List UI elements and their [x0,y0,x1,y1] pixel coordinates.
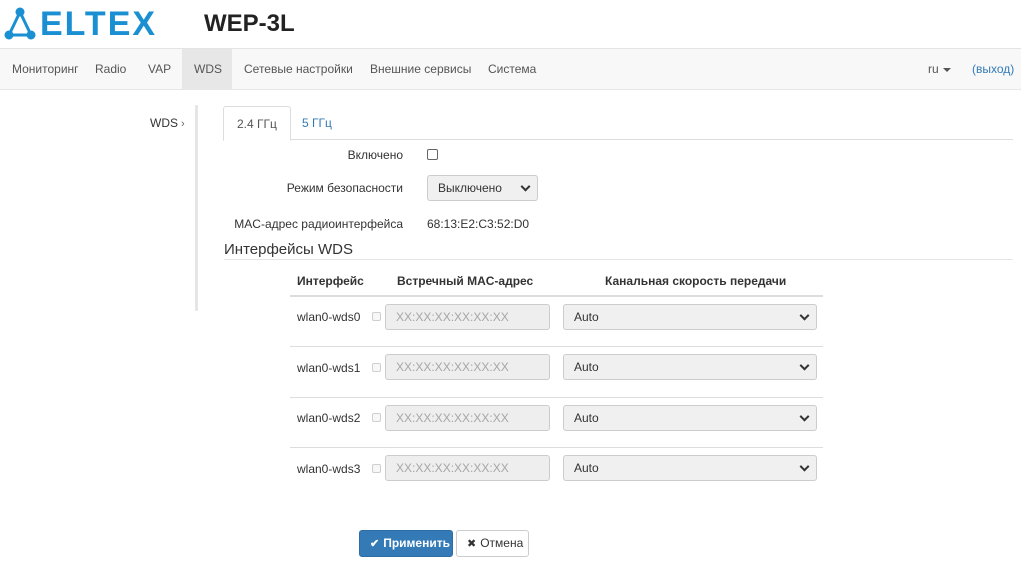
nav-item-vap[interactable]: VAP [136,49,183,90]
column-header-peer-mac: Встречный MAC-адрес [397,274,534,288]
channel-rate-select[interactable]: Auto [563,405,817,431]
wds-section-title: Интерфейсы WDS [224,241,353,258]
radio-mac-value: 68:13:E2:C3:52:D0 [427,217,530,231]
interface-enable-checkbox[interactable] [372,312,381,321]
nav-item-monitoring[interactable]: Мониторинг [0,49,91,90]
column-header-interface: Интерфейс [297,274,364,288]
side-menu-item-label: WDS [150,116,178,130]
nav-item-wds[interactable]: WDS [182,49,232,90]
chevron-down-icon [799,411,810,422]
interface-name: wlan0-wds0 [297,310,361,324]
checkmark-icon: ✔ [370,538,380,550]
logo-text: ELTEX [40,5,158,43]
radio-mac-label: MAC-адрес радиоинтерфейса [234,217,403,231]
eltex-logo[interactable]: ELTEX [2,6,157,42]
header: ELTEX WEP-3L [0,0,1021,48]
nav-item-network-settings[interactable]: Сетевые настройки [232,49,365,90]
apply-button[interactable]: ✔ Применить [359,530,453,557]
channel-rate-select[interactable]: Auto [563,354,817,380]
security-mode-select[interactable]: Выключено [427,175,538,201]
interface-enable-checkbox[interactable] [372,413,381,422]
peer-mac-input[interactable] [385,455,550,481]
chevron-right-icon: › [181,118,185,130]
close-icon: ✖ [467,538,477,550]
nav-item-radio[interactable]: Radio [83,49,138,90]
channel-rate-select[interactable]: Auto [563,304,817,330]
tab-5ghz[interactable]: 5 ГГц [289,106,345,140]
interface-name: wlan0-wds2 [297,411,361,425]
channel-rate-value: Auto [574,461,599,475]
side-menu-divider [195,105,198,311]
band-tabs: 2.4 ГГц 5 ГГц [223,106,1013,141]
interface-name: wlan0-wds3 [297,462,361,476]
row-divider [290,397,823,398]
device-title: WEP-3L [204,10,295,37]
side-menu-item-wds[interactable]: WDS › [150,116,185,130]
chevron-down-icon [520,181,531,192]
tab-2-4ghz[interactable]: 2.4 ГГц [223,106,291,141]
chevron-down-icon [799,310,810,321]
peer-mac-input[interactable] [385,354,550,380]
caret-down-icon [942,67,951,72]
interface-enable-checkbox[interactable] [372,464,381,473]
apply-button-label: Применить [383,536,450,550]
section-divider [224,259,1013,260]
channel-rate-value: Auto [574,310,599,324]
interface-enable-checkbox[interactable] [372,363,381,372]
channel-rate-value: Auto [574,411,599,425]
logout-link[interactable]: (выход) [962,49,1021,90]
language-label: ru [928,62,939,76]
interface-name: wlan0-wds1 [297,361,361,375]
top-navbar: Мониторинг Radio VAP WDS Сетевые настрой… [0,48,1021,90]
chevron-down-icon [799,461,810,472]
channel-rate-value: Auto [574,360,599,374]
column-header-channel-rate: Канальная скорость передачи [605,274,787,288]
chevron-down-icon [799,360,810,371]
table-header-divider [290,295,823,297]
security-mode-label: Режим безопасности [286,181,403,195]
eltex-logo-icon [4,7,36,40]
peer-mac-input[interactable] [385,304,550,330]
row-divider [290,447,823,448]
enabled-checkbox[interactable] [427,149,438,160]
language-dropdown[interactable]: ru [916,49,963,90]
security-mode-value: Выключено [438,181,502,195]
cancel-button[interactable]: ✖ Отмена [456,530,529,557]
channel-rate-select[interactable]: Auto [563,455,817,481]
nav-item-system[interactable]: Система [476,49,548,90]
row-divider [290,346,823,347]
peer-mac-input[interactable] [385,405,550,431]
cancel-button-label: Отмена [480,536,524,550]
nav-item-external-services[interactable]: Внешние сервисы [358,49,483,90]
enabled-label: Включено [347,148,403,162]
